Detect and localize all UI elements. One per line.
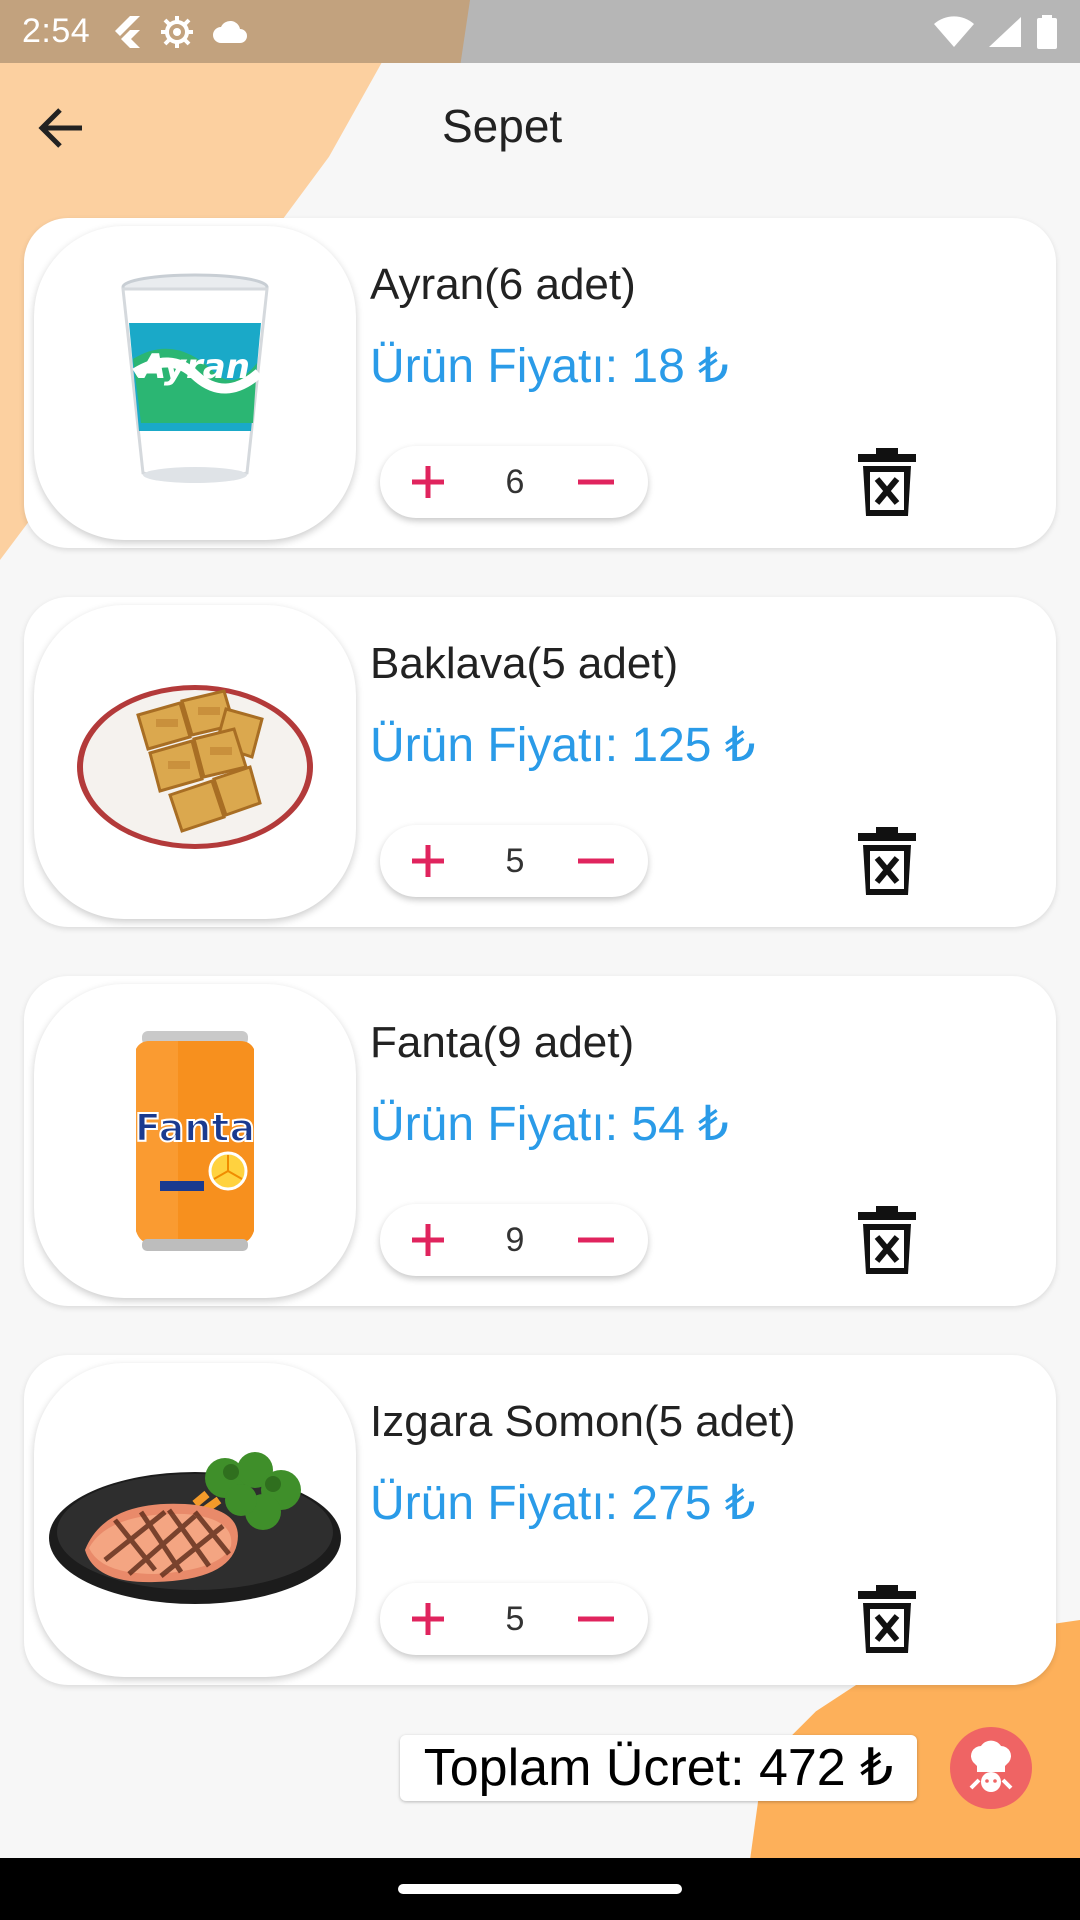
quantity-stepper: 6 (380, 446, 648, 518)
minus-icon (578, 1237, 614, 1243)
arrow-left-icon (38, 106, 86, 155)
app-bar: Sepet (0, 63, 1080, 193)
quantity-value: 6 (505, 463, 525, 501)
svg-text:Ayran: Ayran (137, 347, 250, 387)
increase-quantity-button[interactable] (406, 1218, 450, 1262)
cloud-icon (212, 20, 248, 44)
chef-button[interactable] (950, 1727, 1032, 1809)
delete-item-button[interactable] (856, 446, 918, 518)
product-price: Ürün Fiyatı: 18 ₺ (370, 340, 729, 393)
flutter-icon (112, 15, 142, 49)
settings-icon (160, 15, 194, 49)
plus-icon (412, 845, 444, 877)
quantity-stepper: 5 (380, 825, 648, 897)
plus-icon (412, 1603, 444, 1635)
delete-icon (858, 448, 916, 516)
quantity-stepper: 5 (380, 1583, 648, 1655)
delete-item-button[interactable] (856, 1204, 918, 1276)
ayran-cup-image: Ayran (121, 273, 269, 483)
decrease-quantity-button[interactable] (574, 460, 618, 504)
decrease-quantity-button[interactable] (574, 1597, 618, 1641)
minus-icon (578, 1616, 614, 1622)
product-image: Fanta (34, 984, 356, 1298)
increase-quantity-button[interactable] (406, 839, 450, 883)
chef-icon (969, 1740, 1013, 1792)
fanta-can-image: Fanta (134, 1031, 256, 1251)
minus-icon (578, 858, 614, 864)
grilled-salmon-image (49, 1452, 341, 1604)
delete-icon (858, 1206, 916, 1274)
quantity-value: 5 (505, 1600, 525, 1638)
minus-icon (578, 479, 614, 485)
total-price: Toplam Ücret: 472 ₺ (400, 1735, 917, 1801)
product-image: Ayran (34, 226, 356, 540)
quantity-value: 9 (505, 1221, 525, 1259)
cart-list: Ayran Ayran(6 adet) Ürün Fiyatı: 18 ₺ 6 (24, 218, 1056, 1734)
cart-item-card: Ayran Ayran(6 adet) Ürün Fiyatı: 18 ₺ 6 (24, 218, 1056, 548)
product-name: Izgara Somon(5 adet) (370, 1397, 796, 1446)
delete-item-button[interactable] (856, 825, 918, 897)
cart-item-card: Fanta Fanta(9 adet) Ürün Fiyatı: 54 ₺ 9 (24, 976, 1056, 1306)
plus-icon (412, 1224, 444, 1256)
product-price: Ürün Fiyatı: 54 ₺ (370, 1098, 729, 1151)
battery-icon (1036, 14, 1058, 49)
signal-icon (988, 16, 1022, 48)
svg-text:Fanta: Fanta (135, 1106, 255, 1150)
status-time: 2:54 (22, 12, 91, 50)
increase-quantity-button[interactable] (406, 1597, 450, 1641)
baklava-plate-image (77, 685, 313, 849)
delete-icon (858, 827, 916, 895)
home-indicator[interactable] (398, 1884, 682, 1894)
page-title: Sepet (442, 100, 563, 152)
product-image (34, 1363, 356, 1677)
quantity-value: 5 (505, 842, 525, 880)
cart-item-card: Izgara Somon(5 adet) Ürün Fiyatı: 275 ₺ … (24, 1355, 1056, 1685)
product-price: Ürün Fiyatı: 125 ₺ (370, 719, 756, 772)
plus-icon (412, 466, 444, 498)
product-name: Baklava(5 adet) (370, 639, 679, 688)
product-name: Fanta(9 adet) (370, 1018, 635, 1067)
cart-item-card: Baklava(5 adet) Ürün Fiyatı: 125 ₺ 5 (24, 597, 1056, 927)
wifi-icon (934, 15, 974, 48)
delete-item-button[interactable] (856, 1583, 918, 1655)
quantity-stepper: 9 (380, 1204, 648, 1276)
product-price: Ürün Fiyatı: 275 ₺ (370, 1477, 756, 1530)
delete-icon (858, 1585, 916, 1653)
product-image (34, 605, 356, 919)
increase-quantity-button[interactable] (406, 460, 450, 504)
decrease-quantity-button[interactable] (574, 1218, 618, 1262)
product-name: Ayran(6 adet) (370, 260, 636, 309)
status-bar: 2:54 (0, 0, 1080, 63)
back-button[interactable] (30, 98, 94, 162)
decrease-quantity-button[interactable] (574, 839, 618, 883)
navigation-bar (0, 1858, 1080, 1920)
